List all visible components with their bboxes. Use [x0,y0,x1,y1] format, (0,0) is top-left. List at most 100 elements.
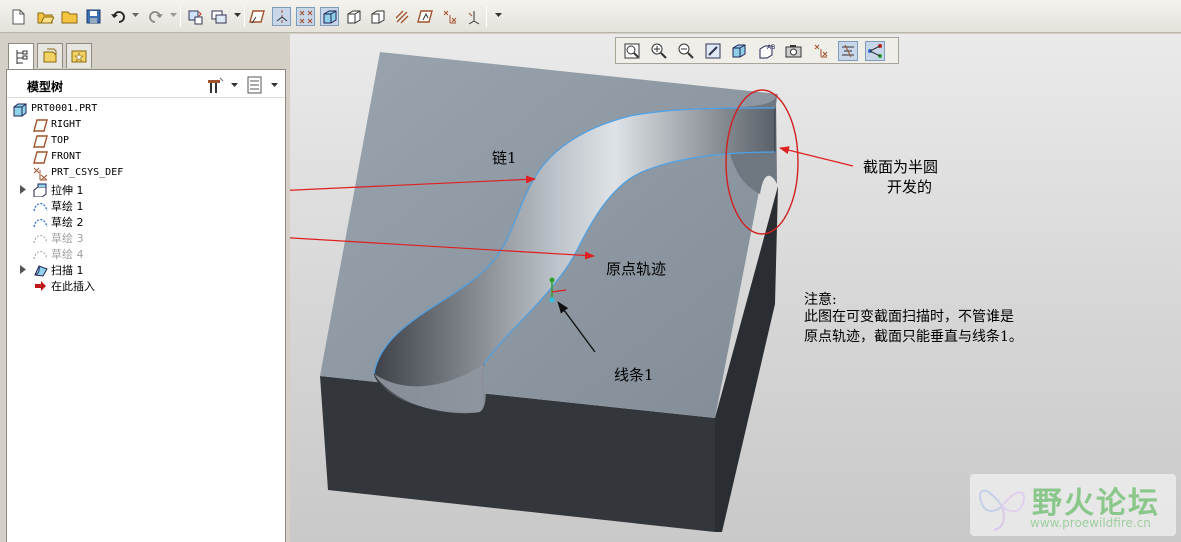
part-icon [13,103,28,117]
open-icon[interactable] [36,7,55,26]
hidden-line-icon[interactable] [344,7,363,26]
wireframe-icon[interactable] [392,7,411,26]
sketch-icon [33,215,48,229]
svg-text:AB: AB [767,44,775,51]
refit-icon[interactable] [622,41,642,61]
expand-arrow-icon[interactable] [19,185,27,194]
window-icon[interactable] [209,7,228,26]
tree-item-sketch2[interactable]: 草绘 2 [7,214,285,230]
tree-item-sketch3[interactable]: 草绘 3 [7,230,285,246]
origin-trajectory-label: 原点轨迹 [606,260,667,278]
redo-icon[interactable] [146,7,165,26]
tree-item-label: PRT0001.PRT [31,103,98,114]
insert-here-icon [33,279,48,293]
tree-item-extrude[interactable]: 拉伸 1 [7,182,285,198]
tree-item-label: 在此插入 [51,280,95,293]
forum-watermark: 野火论坛 www.proewildfire.cn [970,474,1176,536]
tree-item-right[interactable]: RIGHT [7,118,285,134]
datum-plane-icon [33,135,48,149]
watermark-url: www.proewildfire.cn [1030,516,1151,530]
shading-icon[interactable] [320,7,339,26]
regenerate-icon[interactable] [185,7,204,26]
model-tree-tab[interactable] [8,43,34,70]
tree-item-sweep[interactable]: 扫描 1 [7,262,285,278]
model-canvas [290,52,854,532]
tree-item-label: FRONT [51,151,82,162]
tree-item-sketch4[interactable]: 草绘 4 [7,246,285,262]
more-icon[interactable] [464,7,483,26]
tree-item-label: 拉伸 1 [51,184,84,197]
saved-views-icon[interactable]: AB [757,41,777,61]
navigator-panel: 模型树 PRT0001.PRT RIGHT TOP FRONT PRT_CSYS… [0,34,290,542]
save-icon[interactable] [84,7,103,26]
csys-display-icon[interactable] [440,7,459,26]
tree-item-label: 草绘 4 [51,248,84,261]
tree-item-sketch1[interactable]: 草绘 1 [7,198,285,214]
toolbar-separator [244,6,245,27]
zoom-out-icon[interactable] [676,41,696,61]
line1-label: 线条1 [614,366,654,384]
zoom-in-icon[interactable] [649,41,669,61]
tree-item-front[interactable]: FRONT [7,150,285,166]
undo-dropdown-icon[interactable] [132,12,139,19]
sketch-icon [33,199,48,213]
no-hidden-icon[interactable] [368,7,387,26]
view-toolbar: AB [615,37,899,64]
settings-icon[interactable] [205,76,225,97]
model-tree: 模型树 PRT0001.PRT RIGHT TOP FRONT PRT_CSYS… [6,69,286,542]
model-tree-title: 模型树 [27,80,64,94]
new-icon[interactable] [8,7,27,26]
tree-item-csys[interactable]: PRT_CSYS_DEF [7,166,285,182]
sweep-icon [33,263,48,277]
datum-plane-display-icon[interactable] [248,7,267,26]
tree-item-label: TOP [51,135,70,146]
datum-plane-icon [33,119,48,133]
section-label-line2: 开发的 [887,178,933,196]
tree-item-insert-here[interactable]: 在此插入 [7,278,285,294]
window-dropdown-icon[interactable] [234,12,241,19]
tree-item-label: 草绘 2 [51,216,84,229]
folder-icon[interactable] [60,7,79,26]
annotation-display-icon[interactable] [865,41,885,61]
sketch-icon [33,231,48,245]
undo-icon[interactable] [108,7,127,26]
datum-plane-icon [33,151,48,165]
datum-display-icon[interactable] [811,41,831,61]
main-toolbar [0,0,1181,33]
note-line-2: 原点轨迹，截面只能垂直与线条1。 [804,329,1023,345]
redo-dropdown-icon[interactable] [170,12,177,19]
model-tree-header: 模型树 [7,70,285,98]
spin-center-icon[interactable] [838,41,858,61]
toolbar-separator [486,6,487,27]
expand-arrow-icon[interactable] [19,265,27,274]
repaint-icon[interactable] [703,41,723,61]
note-line-1: 此图在可变截面扫描时，不管谁是 [804,309,1014,325]
show-icon[interactable] [247,76,263,97]
settings-dropdown-icon[interactable] [231,82,238,88]
toolbar-overflow-icon[interactable] [495,12,502,19]
tree-item-label: 草绘 1 [51,200,84,213]
extrude-icon [33,183,48,198]
show-dropdown-icon[interactable] [271,82,278,88]
sketch-icon[interactable] [416,7,435,26]
tree-item-label: RIGHT [51,119,82,130]
csys-icon [33,167,48,181]
display-style-icon[interactable] [784,41,804,61]
orient-icon[interactable] [730,41,750,61]
layer-tab[interactable] [37,43,63,68]
section-label: 截面为半圆 [863,158,939,176]
datum-axis-display-icon[interactable] [272,7,291,26]
tree-item-part[interactable]: PRT0001.PRT [7,102,285,118]
tree-item-top[interactable]: TOP [7,134,285,150]
tree-item-label: 扫描 1 [51,264,84,277]
datum-point-display-icon[interactable] [296,7,315,26]
tree-item-label: PRT_CSYS_DEF [51,167,124,178]
section-arrow [779,146,854,167]
sketch-icon [33,247,48,261]
tree-item-label: 草绘 3 [51,232,84,245]
graphics-window[interactable]: AB 链1 截面为半圆 开发的 原点轨迹 线条1 注意: 此图在可变截面扫描时，… [290,34,1181,542]
favorites-tab[interactable] [66,43,92,68]
butterfly-logo-icon [979,489,1025,531]
toolbar-separator [180,6,181,27]
chain-label: 链1 [492,149,517,167]
